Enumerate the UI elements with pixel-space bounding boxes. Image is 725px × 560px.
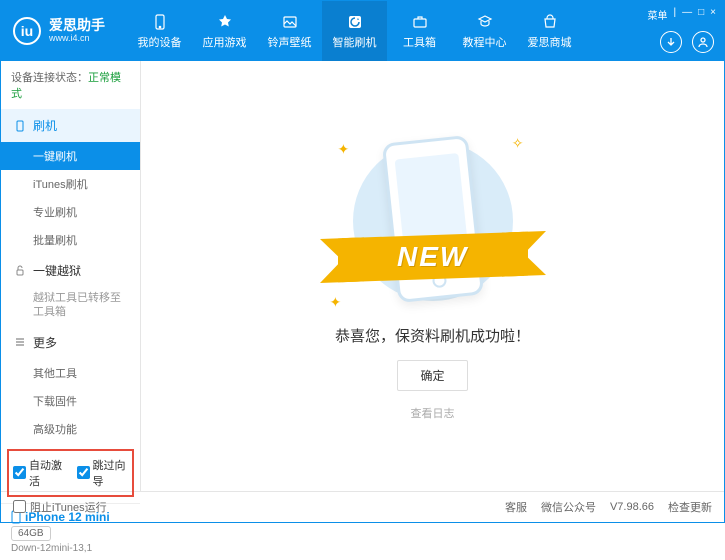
phone-icon bbox=[13, 120, 27, 132]
ribbon-text: NEW bbox=[397, 241, 468, 273]
sidebar-item-download-firmware[interactable]: 下载固件 bbox=[1, 387, 140, 415]
toolbox-icon bbox=[411, 13, 429, 31]
window-controls: 菜单 | — □ × bbox=[648, 7, 717, 22]
new-ribbon: NEW bbox=[338, 232, 528, 283]
skip-guide-input[interactable] bbox=[77, 466, 90, 479]
close-button[interactable]: × bbox=[710, 7, 716, 22]
apps-icon bbox=[216, 13, 234, 31]
minimize-button[interactable]: — bbox=[682, 7, 692, 22]
sparkle-icon: ✧ bbox=[512, 135, 524, 152]
nav-label: 爱思商城 bbox=[528, 34, 572, 50]
wallpaper-icon bbox=[281, 13, 299, 31]
sparkle-icon: ✦ bbox=[330, 294, 342, 311]
success-message: 恭喜您，保资料刷机成功啦！ bbox=[335, 325, 530, 346]
sparkle-icon: ✦ bbox=[338, 141, 350, 158]
nav-label: 应用游戏 bbox=[203, 34, 247, 50]
nav-my-device[interactable]: 我的设备 bbox=[127, 1, 192, 61]
auto-activate-checkbox[interactable]: 自动激活 bbox=[13, 457, 65, 489]
sidebar-item-other-tools[interactable]: 其他工具 bbox=[1, 359, 140, 387]
nav-label: 铃声壁纸 bbox=[268, 34, 312, 50]
view-log-link[interactable]: 查看日志 bbox=[411, 405, 455, 421]
nav-tutorials[interactable]: 教程中心 bbox=[452, 1, 517, 61]
app-header: iu 爱思助手 www.i4.cn 我的设备 应用游戏 铃声壁纸 智能刷机 工具… bbox=[1, 1, 724, 61]
sidebar-item-itunes-flash[interactable]: iTunes刷机 bbox=[1, 170, 140, 198]
main-nav: 我的设备 应用游戏 铃声壁纸 智能刷机 工具箱 教程中心 爱思商城 bbox=[127, 1, 582, 61]
brand-name: 爱思助手 bbox=[49, 18, 105, 33]
nav-label: 工具箱 bbox=[403, 34, 436, 50]
jailbreak-note: 越狱工具已转移至工具箱 bbox=[1, 287, 140, 326]
nav-ringtone-wallpaper[interactable]: 铃声壁纸 bbox=[257, 1, 322, 61]
customer-service-link[interactable]: 客服 bbox=[505, 499, 527, 515]
sidebar-item-pro-flash[interactable]: 专业刷机 bbox=[1, 198, 140, 226]
nav-label: 智能刷机 bbox=[333, 34, 377, 50]
menu-button[interactable]: 菜单 bbox=[648, 7, 668, 22]
sidebar-item-oneclick-flash[interactable]: 一键刷机 bbox=[1, 142, 140, 170]
section-title: 一键越狱 bbox=[33, 262, 81, 279]
user-button[interactable] bbox=[692, 31, 714, 53]
auto-activate-input[interactable] bbox=[13, 466, 26, 479]
nav-smart-flash[interactable]: 智能刷机 bbox=[322, 1, 387, 61]
check-update-link[interactable]: 检查更新 bbox=[668, 499, 712, 515]
store-icon bbox=[541, 13, 559, 31]
nav-toolbox[interactable]: 工具箱 bbox=[387, 1, 452, 61]
section-title: 更多 bbox=[33, 334, 57, 351]
maximize-button[interactable]: □ bbox=[698, 7, 704, 22]
sidebar-section-more[interactable]: 更多 bbox=[1, 326, 140, 359]
version-label: V7.98.66 bbox=[610, 501, 654, 513]
lock-icon bbox=[13, 265, 27, 277]
nav-label: 我的设备 bbox=[138, 34, 182, 50]
download-button[interactable] bbox=[660, 31, 682, 53]
tutorial-icon bbox=[476, 13, 494, 31]
options-highlight-box: 自动激活 跳过向导 bbox=[7, 449, 134, 497]
menu-icon bbox=[13, 336, 27, 348]
success-illustration: ✦ ✧ ✦ NEW bbox=[328, 131, 538, 311]
sidebar-section-jailbreak[interactable]: 一键越狱 bbox=[1, 254, 140, 287]
ok-button[interactable]: 确定 bbox=[397, 360, 467, 391]
device-firmware: Down-12mini-13,1 bbox=[11, 543, 130, 554]
sidebar-item-batch-flash[interactable]: 批量刷机 bbox=[1, 226, 140, 254]
nav-label: 教程中心 bbox=[463, 34, 507, 50]
flash-icon bbox=[346, 13, 364, 31]
device-status: 设备连接状态：正常模式 bbox=[1, 61, 140, 109]
main-content: ✦ ✧ ✦ NEW 恭喜您，保资料刷机成功啦！ 确定 查看日志 bbox=[141, 61, 724, 491]
skip-guide-checkbox[interactable]: 跳过向导 bbox=[77, 457, 129, 489]
sidebar-item-advanced[interactable]: 高级功能 bbox=[1, 415, 140, 443]
block-itunes-input[interactable] bbox=[13, 500, 26, 513]
phone-icon bbox=[151, 13, 169, 31]
section-title: 刷机 bbox=[33, 117, 57, 134]
wechat-link[interactable]: 微信公众号 bbox=[541, 499, 596, 515]
brand-url: www.i4.cn bbox=[49, 34, 105, 44]
device-storage: 64GB bbox=[11, 526, 51, 541]
nav-apps-games[interactable]: 应用游戏 bbox=[192, 1, 257, 61]
app-logo-icon: iu bbox=[13, 17, 41, 45]
nav-store[interactable]: 爱思商城 bbox=[517, 1, 582, 61]
sidebar-section-flash[interactable]: 刷机 bbox=[1, 109, 140, 142]
sidebar: 设备连接状态：正常模式 刷机 一键刷机 iTunes刷机 专业刷机 批量刷机 一… bbox=[1, 61, 141, 491]
logo-area: iu 爱思助手 www.i4.cn bbox=[1, 17, 117, 45]
block-itunes-checkbox[interactable]: 阻止iTunes运行 bbox=[13, 499, 107, 515]
